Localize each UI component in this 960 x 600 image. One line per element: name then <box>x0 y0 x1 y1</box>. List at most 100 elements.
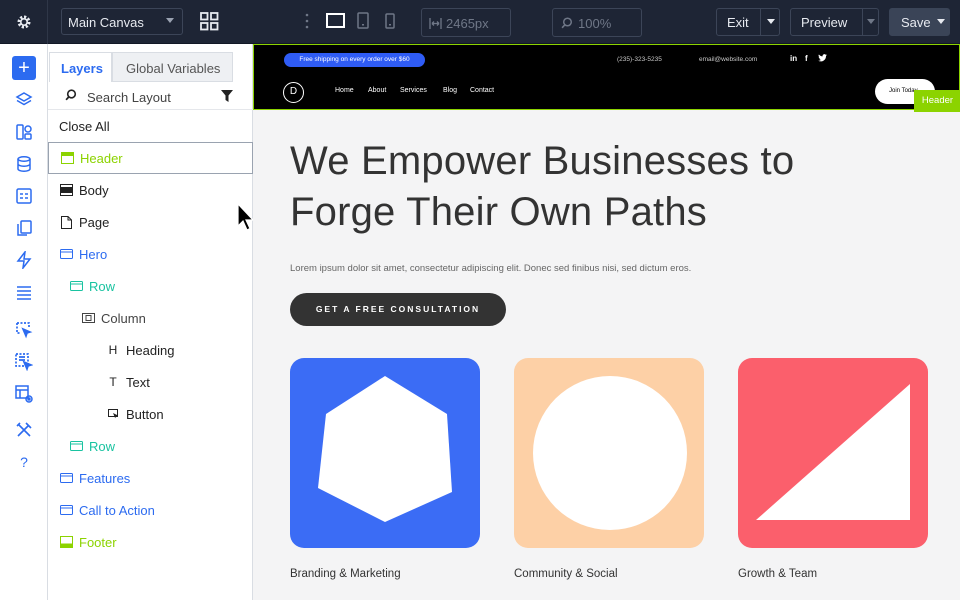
more-options-icon[interactable] <box>305 13 309 34</box>
layer-body[interactable]: Body <box>48 174 253 206</box>
hero-headline[interactable]: We Empower Businesses to Forge Their Own… <box>290 136 910 238</box>
top-toolbar: Main Canvas 2465px 100% Exit Preview Sav… <box>0 0 960 44</box>
copy-icon[interactable] <box>12 216 36 240</box>
page-icon <box>59 215 73 229</box>
canvas-width-input[interactable]: 2465px <box>421 8 511 37</box>
header-module-tag[interactable]: Header <box>914 90 960 112</box>
layer-header[interactable]: Header <box>48 142 253 174</box>
preview-button[interactable]: Preview <box>790 8 879 36</box>
column-icon <box>81 311 95 325</box>
canvas-select-value: Main Canvas <box>68 15 144 30</box>
text-icon: T <box>109 375 117 389</box>
tab-global-variables[interactable]: Global Variables <box>112 52 233 82</box>
card-community-label[interactable]: Community & Social <box>514 568 618 580</box>
phone-view-icon[interactable] <box>385 12 395 34</box>
add-icon[interactable]: + <box>12 56 36 80</box>
multi-select-icon[interactable] <box>12 350 36 374</box>
layers-icon[interactable] <box>12 88 36 112</box>
layer-label: Row <box>89 278 116 294</box>
modules-icon[interactable] <box>12 120 36 144</box>
help-icon[interactable]: ? <box>12 450 36 474</box>
body-icon <box>59 183 73 197</box>
tools-icon[interactable] <box>12 418 36 442</box>
search-icon <box>561 17 573 29</box>
layer-footer[interactable]: Footer <box>48 526 253 558</box>
card-growth-label[interactable]: Growth & Team <box>738 568 817 580</box>
search-input[interactable]: Search Layout <box>87 90 171 105</box>
card-branding-image[interactable] <box>290 358 480 548</box>
chevron-down-icon <box>166 18 174 23</box>
nav-contact[interactable]: Contact <box>470 87 494 94</box>
layer-call-to-action[interactable]: Call to Action <box>48 494 253 526</box>
layer-label: Text <box>126 374 150 390</box>
tablet-view-icon[interactable] <box>357 12 369 34</box>
layer-column[interactable]: Column <box>48 302 253 334</box>
layer-heading[interactable]: H Heading <box>48 334 253 366</box>
canvas-width-value: 2465px <box>446 16 489 31</box>
list-icon[interactable] <box>12 280 36 304</box>
select-icon[interactable] <box>12 318 36 342</box>
save-button[interactable]: Save <box>889 8 950 36</box>
desktop-view-icon[interactable] <box>326 12 345 34</box>
layer-label: Hero <box>79 246 108 262</box>
zoom-value: 100% <box>578 16 612 31</box>
layer-button[interactable]: Button <box>48 398 253 430</box>
layer-row[interactable]: Row <box>48 430 253 462</box>
layer-hero[interactable]: Hero <box>48 238 253 270</box>
cta-button[interactable]: GET A FREE CONSULTATION <box>290 293 506 326</box>
close-all-button[interactable]: Close All <box>48 110 253 142</box>
grid-view-icon[interactable] <box>200 12 219 36</box>
canvas-select[interactable]: Main Canvas <box>61 8 183 35</box>
card-community-image[interactable] <box>514 358 704 548</box>
chevron-down-icon[interactable] <box>867 19 875 25</box>
twitter-icon[interactable] <box>818 54 827 64</box>
facebook-icon[interactable]: f <box>805 54 808 63</box>
heading-icon: H <box>108 343 118 357</box>
layer-label: Footer <box>79 534 117 550</box>
layer-search[interactable]: Search Layout <box>48 82 253 110</box>
layer-row[interactable]: Row <box>48 270 253 302</box>
linkedin-icon[interactable]: in <box>790 54 797 63</box>
layout-preview-icon[interactable] <box>12 382 36 406</box>
nav-services[interactable]: Services <box>400 87 427 94</box>
hero-text[interactable]: Lorem ipsum dolor sit amet, consectetur … <box>290 263 691 274</box>
save-label: Save <box>901 15 931 30</box>
builder-app: Main Canvas 2465px 100% Exit Preview Sav… <box>0 0 960 600</box>
page-settings-icon[interactable] <box>12 184 36 208</box>
layer-page[interactable]: Page <box>48 206 253 238</box>
layer-label: Button <box>126 406 164 422</box>
nav-about[interactable]: About <box>368 87 386 94</box>
layer-label: Heading <box>126 342 175 358</box>
nav-home[interactable]: Home <box>335 87 354 94</box>
section-icon <box>59 471 73 485</box>
card-growth-image[interactable] <box>738 358 928 548</box>
layer-label: Page <box>79 214 110 230</box>
layer-label: Call to Action <box>79 502 155 518</box>
page-canvas[interactable]: Free shipping on every order over $60 (2… <box>253 44 960 600</box>
card-branding-label[interactable]: Branding & Marketing <box>290 568 401 580</box>
tab-layers[interactable]: Layers <box>49 52 112 82</box>
section-icon <box>59 247 73 261</box>
layer-label: Features <box>79 470 131 486</box>
layer-label: Column <box>101 310 146 326</box>
nav-blog[interactable]: Blog <box>443 87 457 94</box>
layer-label: Row <box>89 438 116 454</box>
site-logo[interactable]: D <box>283 82 304 103</box>
settings-gear-icon[interactable] <box>0 0 48 44</box>
chevron-down-icon[interactable] <box>937 19 945 25</box>
layer-label: Header <box>80 150 123 166</box>
shipping-badge: Free shipping on every order over $60 <box>284 53 425 67</box>
chevron-down-icon[interactable] <box>767 19 775 25</box>
lightning-icon[interactable] <box>12 248 36 272</box>
header-phone: (235)-323-5235 <box>617 56 662 63</box>
filter-icon[interactable] <box>221 90 233 102</box>
database-icon[interactable] <box>12 152 36 176</box>
search-icon <box>65 89 77 101</box>
layer-features[interactable]: Features <box>48 462 253 494</box>
site-header[interactable]: Free shipping on every order over $60 (2… <box>253 44 960 112</box>
footer-icon <box>59 535 73 549</box>
zoom-input[interactable]: 100% <box>552 8 642 37</box>
exit-button[interactable]: Exit <box>716 8 780 36</box>
layer-text[interactable]: T Text <box>48 366 253 398</box>
panel-tabs: Layers Global Variables <box>48 52 253 82</box>
